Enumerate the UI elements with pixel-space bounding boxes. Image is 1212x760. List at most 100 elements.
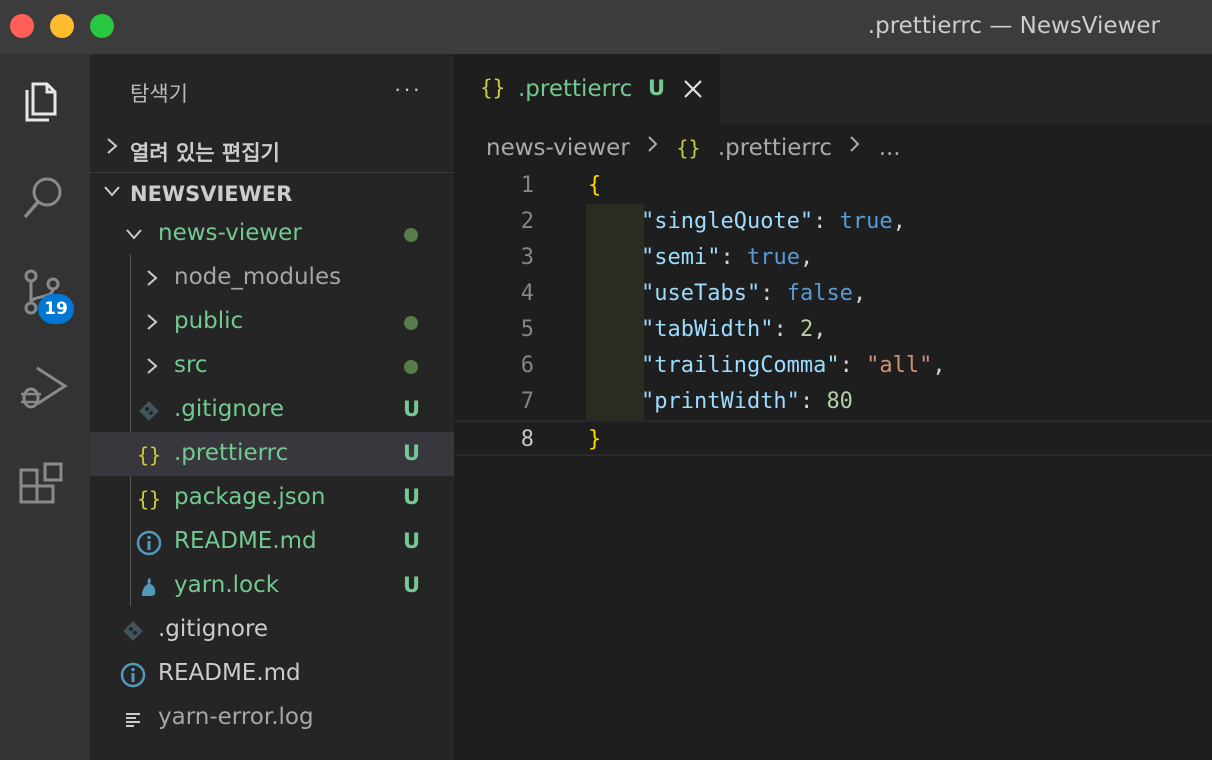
info-icon [136, 530, 162, 556]
chevron-right-icon [147, 270, 158, 286]
text-file-icon [126, 713, 140, 727]
open-editors-section[interactable]: 열려 있는 편집기 [90, 128, 454, 168]
tree-item-label: .gitignore [174, 396, 285, 422]
title-bar: .prettierrc — NewsViewer [0, 0, 1212, 54]
json-key: "printWidth" [640, 389, 800, 414]
modified-dot [404, 316, 418, 330]
tab-status: U [648, 76, 666, 100]
code-line: 7 "printWidth": 80 [520, 389, 853, 414]
maximize-window-button[interactable] [90, 14, 114, 38]
files-icon[interactable] [17, 74, 69, 126]
more-actions-icon[interactable]: ··· [394, 76, 422, 102]
workspace-section[interactable]: NEWSVIEWER [90, 172, 454, 212]
close-icon[interactable] [682, 78, 704, 100]
json-icon: {} [136, 487, 162, 511]
code-line: 1 { [454, 168, 1212, 204]
open-brace: { [588, 173, 602, 198]
breadcrumb-more[interactable]: ... [879, 135, 901, 161]
breadcrumb-folder[interactable]: news-viewer [486, 135, 630, 161]
tree-item-yarn-lock[interactable]: yarn.lock U [90, 564, 454, 608]
json-icon: {} [480, 76, 506, 100]
tree-item-label: README.md [174, 528, 317, 554]
untracked-status: U [402, 485, 420, 509]
tree-item-gitignore[interactable]: .gitignore U [90, 388, 454, 432]
code-line: 5 "tabWidth": 2, [520, 317, 827, 342]
tree-item-label: .gitignore [158, 616, 269, 642]
line-number: 4 [520, 281, 534, 306]
chevron-right-icon [147, 314, 158, 330]
untracked-status: U [402, 529, 420, 553]
json-value: true [746, 245, 800, 270]
tree-item-readme[interactable]: README.md U [90, 520, 454, 564]
modified-dot [404, 360, 418, 374]
code-line: 2 "singleQuote": true, [520, 209, 906, 234]
tree-item-label: public [174, 308, 244, 334]
explorer-sidebar: 탐색기 ··· 열려 있는 편집기 NEWSVIEWER news-viewer… [90, 54, 454, 760]
open-editors-label: 열려 있는 편집기 [130, 141, 280, 165]
chevron-down-icon [104, 186, 120, 197]
tree-item-src[interactable]: src [90, 344, 454, 388]
json-icon: {} [676, 135, 701, 160]
minimize-window-button[interactable] [50, 14, 74, 38]
line-number: 6 [520, 353, 534, 378]
breadcrumb: news-viewer {} .prettierrc ... [486, 134, 901, 164]
tab-prettierrc[interactable]: {} .prettierrc U [454, 54, 720, 124]
chevron-right-icon [648, 136, 658, 152]
tree-item-node-modules[interactable]: node_modules [90, 256, 454, 300]
json-value: true [839, 209, 893, 234]
chevron-down-icon [126, 229, 142, 240]
line-number: 1 [520, 173, 534, 198]
line-number: 8 [520, 427, 534, 452]
tree-item-label: yarn.lock [174, 572, 280, 598]
tree-item-package-json[interactable]: {} package.json U [90, 476, 454, 520]
json-key: "trailingComma" [640, 353, 840, 378]
json-value: false [786, 281, 853, 306]
tree-item-label: package.json [174, 484, 326, 510]
tree-item-label: .prettierrc [174, 440, 289, 466]
close-brace: } [588, 427, 602, 452]
json-icon: {} [136, 443, 162, 467]
json-value: 80 [826, 389, 853, 414]
tree-item-root-gitignore[interactable]: .gitignore [90, 608, 454, 652]
json-key: "useTabs" [640, 281, 761, 306]
untracked-status: U [402, 573, 420, 597]
tree-item-label: README.md [158, 660, 301, 686]
json-value: 2 [799, 317, 814, 342]
chevron-right-icon [107, 138, 118, 154]
close-window-button[interactable] [10, 14, 34, 38]
untracked-status: U [402, 441, 420, 465]
json-key: "semi" [640, 245, 721, 270]
extensions-icon[interactable] [17, 458, 69, 510]
line-number: 2 [520, 209, 534, 234]
tab-label: .prettierrc [518, 76, 633, 102]
line-number: 7 [520, 389, 534, 414]
tree-item-yarn-error-log[interactable]: yarn-error.log [90, 696, 454, 740]
tree-item-news-viewer[interactable]: news-viewer [90, 212, 454, 256]
line-number: 3 [520, 245, 534, 270]
code-line-current: 8 } [454, 420, 1212, 456]
tree-item-prettierrc[interactable]: {} .prettierrc U [90, 432, 454, 476]
run-debug-icon[interactable] [17, 360, 69, 412]
code-line: 6 "trailingComma": "all", [520, 353, 946, 378]
workspace-label: NEWSVIEWER [130, 182, 293, 206]
modified-dot [404, 228, 418, 242]
json-key: "singleQuote" [640, 209, 814, 234]
tree-item-root-readme[interactable]: README.md [90, 652, 454, 696]
line-number: 5 [520, 317, 534, 342]
editor-area: {} .prettierrc U news-viewer {} .prettie… [454, 54, 1212, 760]
search-icon[interactable] [17, 172, 69, 224]
explorer-title: 탐색기 [130, 82, 188, 106]
tree-item-label: src [174, 352, 208, 378]
git-icon [139, 401, 159, 421]
code-line: 4 "useTabs": false, [520, 281, 867, 306]
json-value: "all" [866, 353, 933, 378]
tree-item-label: node_modules [174, 264, 342, 290]
chevron-right-icon [850, 136, 860, 152]
tree-item-public[interactable]: public [90, 300, 454, 344]
tab-bar: {} .prettierrc U [454, 54, 1212, 124]
breadcrumb-file[interactable]: .prettierrc [718, 135, 832, 161]
chevron-right-icon [147, 358, 158, 374]
json-key: "tabWidth" [640, 317, 774, 342]
window-title: .prettierrc — NewsViewer [867, 13, 1160, 39]
tree-item-label: yarn-error.log [158, 704, 314, 730]
